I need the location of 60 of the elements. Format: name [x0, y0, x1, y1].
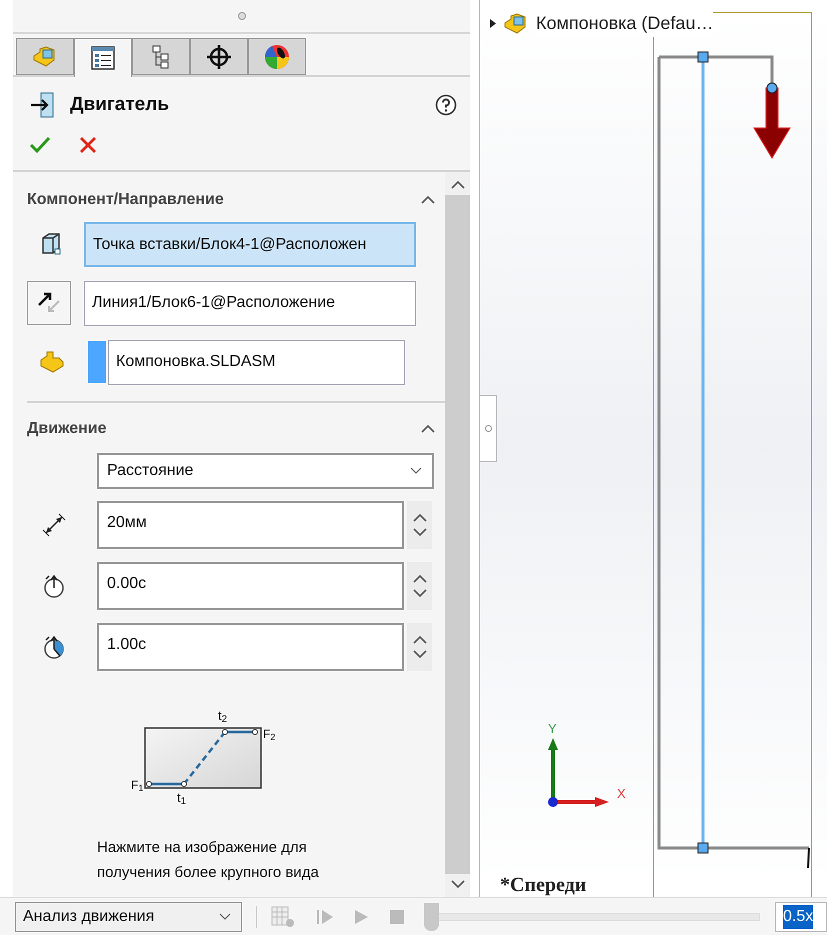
axis-triad-drawing: [545, 736, 610, 808]
expand-arrow-icon[interactable]: [490, 19, 496, 28]
section-title: Движение: [27, 418, 106, 438]
collapse-icon[interactable]: [421, 195, 435, 204]
view-name: *Спереди: [500, 873, 586, 898]
value-field[interactable]: 1.00с: [97, 622, 404, 670]
spin-button[interactable]: [407, 622, 432, 670]
grip-icon[interactable]: [238, 12, 246, 20]
panel-tab[interactable]: [190, 38, 248, 75]
slider-thumb[interactable]: [424, 902, 439, 930]
help-icon[interactable]: [435, 94, 457, 116]
scrollbar[interactable]: [445, 172, 470, 897]
panel-tab[interactable]: [248, 38, 306, 75]
value-field[interactable]: 20мм: [97, 500, 404, 548]
graph-label: t$_{2}$: [218, 708, 228, 722]
panel-tab[interactable]: [74, 38, 132, 77]
part-icon: [39, 350, 65, 374]
spin-button[interactable]: [407, 500, 432, 548]
collapse-icon[interactable]: [412, 574, 426, 582]
expand-icon[interactable]: [412, 528, 426, 536]
spin-button[interactable]: [407, 562, 432, 610]
hint-text: Нажмите на изображение для получения более крупного вида: [96, 838, 320, 882]
cancel-icon[interactable]: [79, 136, 97, 154]
selection-field[interactable]: Линия1/Блок6-1@Расположение: [84, 280, 416, 326]
graph-label: t$_{1}$: [177, 790, 186, 804]
motion-type-dropdown[interactable]: Расстояние: [97, 452, 434, 488]
tree-item[interactable]: Компоновка (Defau…: [536, 10, 714, 37]
dropdown-caret-icon: [410, 467, 422, 474]
selection-field[interactable]: Компоновка.SLDASM: [108, 340, 405, 384]
motion-profile-graph[interactable]: [144, 726, 262, 788]
reverse-direction-button[interactable]: [27, 281, 71, 325]
value-field[interactable]: 0.00с: [97, 562, 404, 610]
graph-label: F$_{1}$: [131, 778, 144, 790]
section-title: Компонент/Направление: [27, 190, 224, 210]
color-swatch: [88, 341, 106, 383]
ok-check-icon[interactable]: [29, 136, 51, 154]
distance-icon: [41, 512, 67, 538]
panel-collapse-handle[interactable]: [480, 395, 497, 462]
crosshair-icon: [206, 44, 232, 70]
play-from-start-icon[interactable]: [317, 910, 333, 924]
collapse-icon[interactable]: [412, 512, 426, 522]
timeline-slider[interactable]: [424, 902, 760, 932]
collapse-icon[interactable]: [421, 424, 435, 433]
panel-tab[interactable]: [132, 38, 190, 75]
axis-label: Y: [548, 722, 557, 735]
motor-icon: [30, 91, 56, 120]
axis-label: X: [617, 787, 626, 800]
collapse-icon[interactable]: [450, 180, 464, 188]
collapse-icon[interactable]: [412, 634, 426, 644]
expand-icon[interactable]: [412, 588, 426, 598]
playback-speed-field[interactable]: 0.5x: [775, 902, 827, 932]
color-ball-icon: [264, 44, 290, 70]
graph-label: F$_{2}$: [263, 728, 276, 740]
panel-title: Двигатель: [70, 93, 169, 117]
expand-icon[interactable]: [450, 880, 464, 889]
selection-field[interactable]: Точка вставки/Блок4-1@Расположен: [84, 222, 416, 266]
study-type-dropdown[interactable]: Анализ движения: [15, 902, 242, 932]
dropdown-caret-icon: [219, 913, 231, 920]
expand-icon[interactable]: [412, 650, 426, 658]
list-icon: [90, 45, 116, 71]
